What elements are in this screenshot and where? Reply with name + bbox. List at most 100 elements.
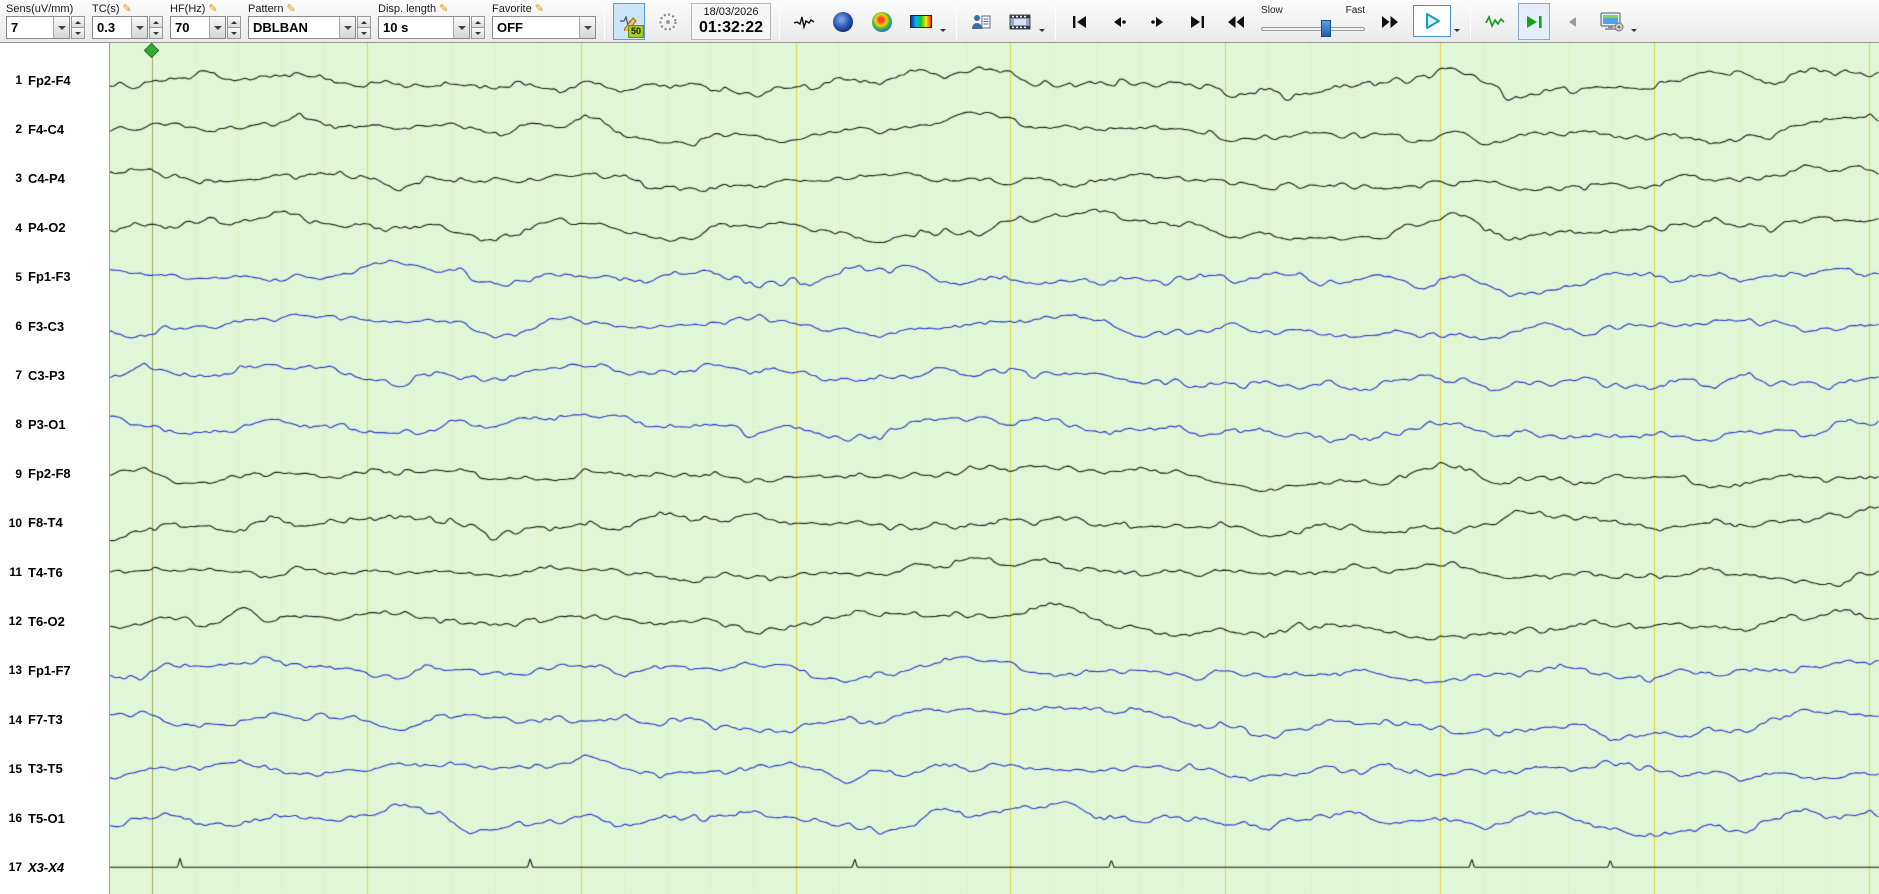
channel-row[interactable]: 16 T5-O1: [0, 808, 108, 828]
spin-up-button[interactable]: [149, 16, 163, 28]
channel-row[interactable]: 2 F4-C4: [0, 119, 108, 139]
channel-row[interactable]: 9 Fp2-F8: [0, 464, 108, 484]
speed-slider-thumb[interactable]: [1321, 20, 1332, 37]
record-time: 01:32:22: [699, 19, 764, 36]
edit-pencil-icon[interactable]: ✎: [208, 3, 217, 15]
electrode-map-icon: [659, 12, 677, 31]
video-menu-arrow[interactable]: [1037, 3, 1047, 40]
channel-label: Fp1-F3: [28, 269, 71, 285]
sensitivity-value: 7: [11, 20, 19, 35]
green-play-trace-button[interactable]: [1518, 3, 1551, 40]
display-length-combobox[interactable]: 10 s: [378, 16, 470, 39]
time-constant-value: 0.3: [97, 20, 116, 35]
back-page-button[interactable]: [1557, 3, 1589, 40]
colormap-menu-arrow[interactable]: [938, 3, 948, 40]
spin-up-button[interactable]: [357, 16, 371, 28]
spin-down-button[interactable]: [471, 28, 485, 39]
channel-row[interactable]: 11 T4-T6: [0, 562, 108, 582]
edit-pencil-icon[interactable]: ✎: [535, 3, 544, 15]
dropdown-arrow-icon[interactable]: [209, 17, 225, 38]
spin-down-button[interactable]: [227, 28, 241, 39]
edit-pencil-icon[interactable]: ✎: [439, 3, 448, 15]
channel-row[interactable]: 4 P4-O2: [0, 218, 108, 238]
channel-number: 13: [8, 663, 22, 678]
dropdown-arrow-icon[interactable]: [339, 17, 355, 38]
head-map-button[interactable]: [827, 3, 859, 40]
spin-down-button[interactable]: [357, 28, 371, 39]
spin-down-button[interactable]: [71, 28, 85, 39]
skip-to-end-button[interactable]: [1181, 3, 1213, 40]
display-settings-button[interactable]: [1596, 3, 1628, 40]
play-menu-arrow[interactable]: [1452, 3, 1462, 40]
channel-number: 9: [15, 466, 22, 481]
dropdown-arrow-icon[interactable]: [579, 17, 595, 38]
colormap-button[interactable]: [905, 3, 937, 40]
green-trace-icon: [1485, 14, 1505, 28]
channel-number: 10: [8, 515, 22, 530]
eeg-trace-display[interactable]: [110, 43, 1879, 894]
channel-row[interactable]: 1 Fp2-F4: [0, 70, 108, 90]
video-button[interactable]: [1004, 3, 1036, 40]
high-frequency-combobox[interactable]: 70: [170, 16, 226, 39]
spectrum-map-button[interactable]: [866, 3, 898, 40]
play-button[interactable]: [1413, 5, 1452, 37]
channel-label: Fp2-F4: [28, 72, 71, 88]
channel-row[interactable]: 13 Fp1-F7: [0, 660, 108, 680]
pattern-combobox[interactable]: DBLBAN: [248, 16, 356, 39]
channel-number: 3: [15, 171, 22, 186]
speed-slider: Slow Fast: [1259, 5, 1367, 39]
channel-row[interactable]: 5 Fp1-F3: [0, 267, 108, 287]
back-arrow-icon: [1569, 16, 1577, 27]
channel-row[interactable]: 14 F7-T3: [0, 710, 108, 730]
channel-row[interactable]: 10 F8-T4: [0, 513, 108, 533]
colormap-icon: [910, 15, 933, 28]
skip-end-icon: [1191, 15, 1205, 28]
rewind-button[interactable]: [1220, 3, 1252, 40]
trace-view-button[interactable]: [788, 3, 820, 40]
sensitivity-combobox[interactable]: 7: [6, 16, 70, 39]
spin-up-button[interactable]: [71, 16, 85, 28]
time-constant-spinner: [149, 16, 163, 39]
video-filmstrip-icon: [1009, 14, 1031, 29]
edit-pencil-icon[interactable]: ✎: [123, 3, 132, 15]
dropdown-arrow-icon[interactable]: [453, 17, 469, 38]
channel-number: 5: [15, 269, 22, 284]
step-forward-button[interactable]: [1142, 3, 1174, 40]
fast-forward-icon: [1382, 15, 1399, 28]
play-icon: [1426, 13, 1441, 29]
time-constant-combobox[interactable]: 0.3: [92, 16, 148, 39]
favorite-combobox[interactable]: OFF: [492, 16, 596, 39]
eeg-trace-icon: [793, 16, 815, 30]
skip-to-start-button[interactable]: [1064, 3, 1096, 40]
channel-row[interactable]: 7 C3-P3: [0, 365, 108, 385]
edit-pencil-icon[interactable]: ✎: [286, 3, 295, 15]
slow-label: Slow: [1261, 5, 1283, 16]
eeg-display-area: 1 Fp2-F4 2 F4-C4 3 C4-P4 4 P4-O2 5 Fp1-F3 6 F3-C3 7 C…: [0, 42, 1879, 894]
sensitivity-spinner: [71, 16, 85, 39]
spin-up-button[interactable]: [471, 16, 485, 28]
step-back-button[interactable]: [1103, 3, 1135, 40]
spin-down-button[interactable]: [149, 28, 163, 39]
fast-forward-button[interactable]: [1374, 3, 1406, 40]
channel-label: P3-O1: [28, 416, 66, 432]
notch-filter-button[interactable]: 50: [613, 3, 645, 40]
channel-row[interactable]: 12 T6-O2: [0, 611, 108, 631]
dropdown-arrow-icon[interactable]: [131, 17, 147, 38]
channel-label: X3-X4: [28, 859, 65, 875]
electrode-map-button[interactable]: [652, 3, 684, 40]
channel-row[interactable]: 17 X3-X4: [0, 857, 108, 877]
green-trace-button[interactable]: [1479, 3, 1511, 40]
channel-label: Fp2-F8: [28, 466, 71, 482]
fast-label: Fast: [1345, 5, 1366, 16]
settings-menu-arrow[interactable]: [1629, 3, 1639, 40]
channel-row[interactable]: 6 F3-C3: [0, 316, 108, 336]
speed-slider-track[interactable]: [1261, 27, 1366, 31]
channel-row[interactable]: 8 P3-O1: [0, 414, 108, 434]
channel-row[interactable]: 3 C4-P4: [0, 168, 108, 188]
spin-up-button[interactable]: [227, 16, 241, 28]
channel-row[interactable]: 15 T3-T5: [0, 759, 108, 779]
dropdown-arrow-icon[interactable]: [53, 17, 69, 38]
step-forward-icon: [1151, 16, 1164, 27]
patient-info-button[interactable]: [965, 3, 997, 40]
channel-label: F8-T4: [28, 515, 63, 531]
